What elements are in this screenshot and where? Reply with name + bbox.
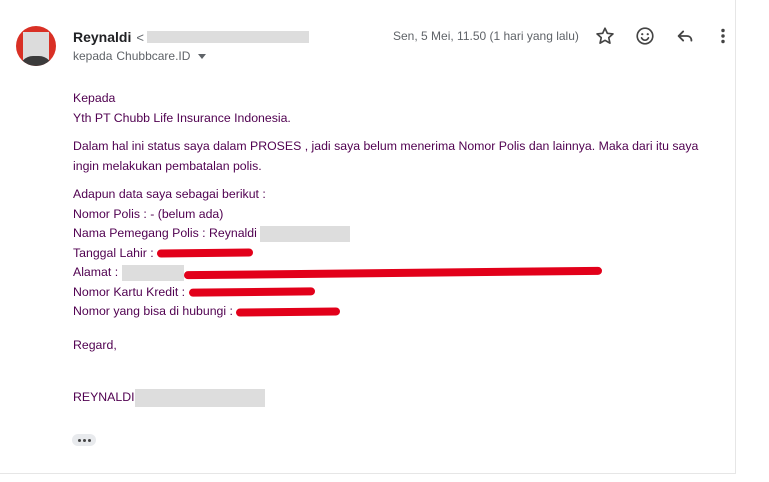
recipient-prefix: kepada (73, 49, 113, 63)
ellipsis-dot (87, 438, 91, 442)
sender-email-redacted (146, 31, 309, 43)
more-vert-icon (721, 28, 725, 44)
signature-redacted (134, 388, 265, 407)
add-reaction-button[interactable] (634, 25, 656, 47)
paragraph-1-line-1: Dalam hal ini status saya dalam PROSES ,… (73, 139, 699, 153)
sender-name[interactable]: Reynaldi (73, 29, 131, 45)
phone-line: Nomor yang bisa di hubungi : (73, 302, 738, 322)
phone-label: Nomor yang bisa di hubungi : (73, 304, 233, 318)
phone-redacted (236, 307, 341, 317)
address-line: Alamat : (73, 263, 738, 283)
policy-holder-text: Nama Pemegang Polis : Reynaldi (73, 226, 257, 240)
closing-line: Regard, (73, 337, 117, 352)
star-icon (596, 27, 614, 44)
data-intro: Adapun data saya sebagai berikut : (73, 187, 266, 201)
email-body: Kepada Yth PT Chubb Life Insurance Indon… (73, 89, 738, 408)
star-button[interactable] (594, 25, 616, 47)
birth-date-redacted (157, 248, 254, 258)
birth-date-label: Tanggal Lahir : (73, 245, 154, 260)
email-message-panel: Reynaldi < kepada Chubbcare.ID Sen, 5 Me… (0, 0, 736, 474)
reply-icon (677, 30, 693, 42)
card-number-redacted (188, 287, 315, 297)
reply-button[interactable] (674, 25, 696, 47)
greeting-line-2: Yth PT Chubb Life Insurance Indonesia. (73, 110, 291, 125)
address-redacted-gray (121, 264, 184, 281)
smiley-icon (636, 27, 654, 45)
policy-holder-redacted (260, 225, 351, 242)
birth-date-line: Tanggal Lahir : (73, 244, 738, 264)
show-trimmed-content-button[interactable] (72, 434, 96, 446)
ellipsis-dot (82, 438, 86, 442)
sender-line: Reynaldi < (73, 28, 309, 46)
address-label: Alamat : (73, 265, 119, 279)
more-options-button[interactable] (714, 25, 732, 47)
recipient-name: Chubbcare.ID (116, 49, 191, 63)
recipient-line[interactable]: kepada Chubbcare.ID (73, 49, 207, 63)
signature-line: REYNALDI (73, 388, 738, 408)
message-timestamp: Sen, 5 Mei, 11.50 (1 hari yang lalu) (393, 29, 579, 43)
avatar[interactable] (16, 26, 56, 66)
ellipsis-icon (77, 438, 81, 442)
signature-name: REYNALDI (73, 390, 135, 404)
email-view: Reynaldi < kepada Chubbcare.ID Sen, 5 Me… (0, 0, 769, 482)
address-redacted-red (183, 266, 602, 279)
policy-holder-line: Nama Pemegang Polis : Reynaldi (73, 224, 738, 244)
policy-number-line: Nomor Polis : - (belum ada) (73, 206, 224, 221)
sender-email-bracket: < (136, 29, 144, 45)
paragraph-1-line-2: ingin melakukan pembatalan polis. (73, 158, 262, 173)
greeting-line-1: Kepada (73, 91, 116, 105)
card-number-line: Nomor Kartu Kredit : (73, 283, 738, 303)
card-number-label: Nomor Kartu Kredit : (73, 284, 186, 299)
recipient-details-dropdown-icon[interactable] (198, 53, 207, 59)
